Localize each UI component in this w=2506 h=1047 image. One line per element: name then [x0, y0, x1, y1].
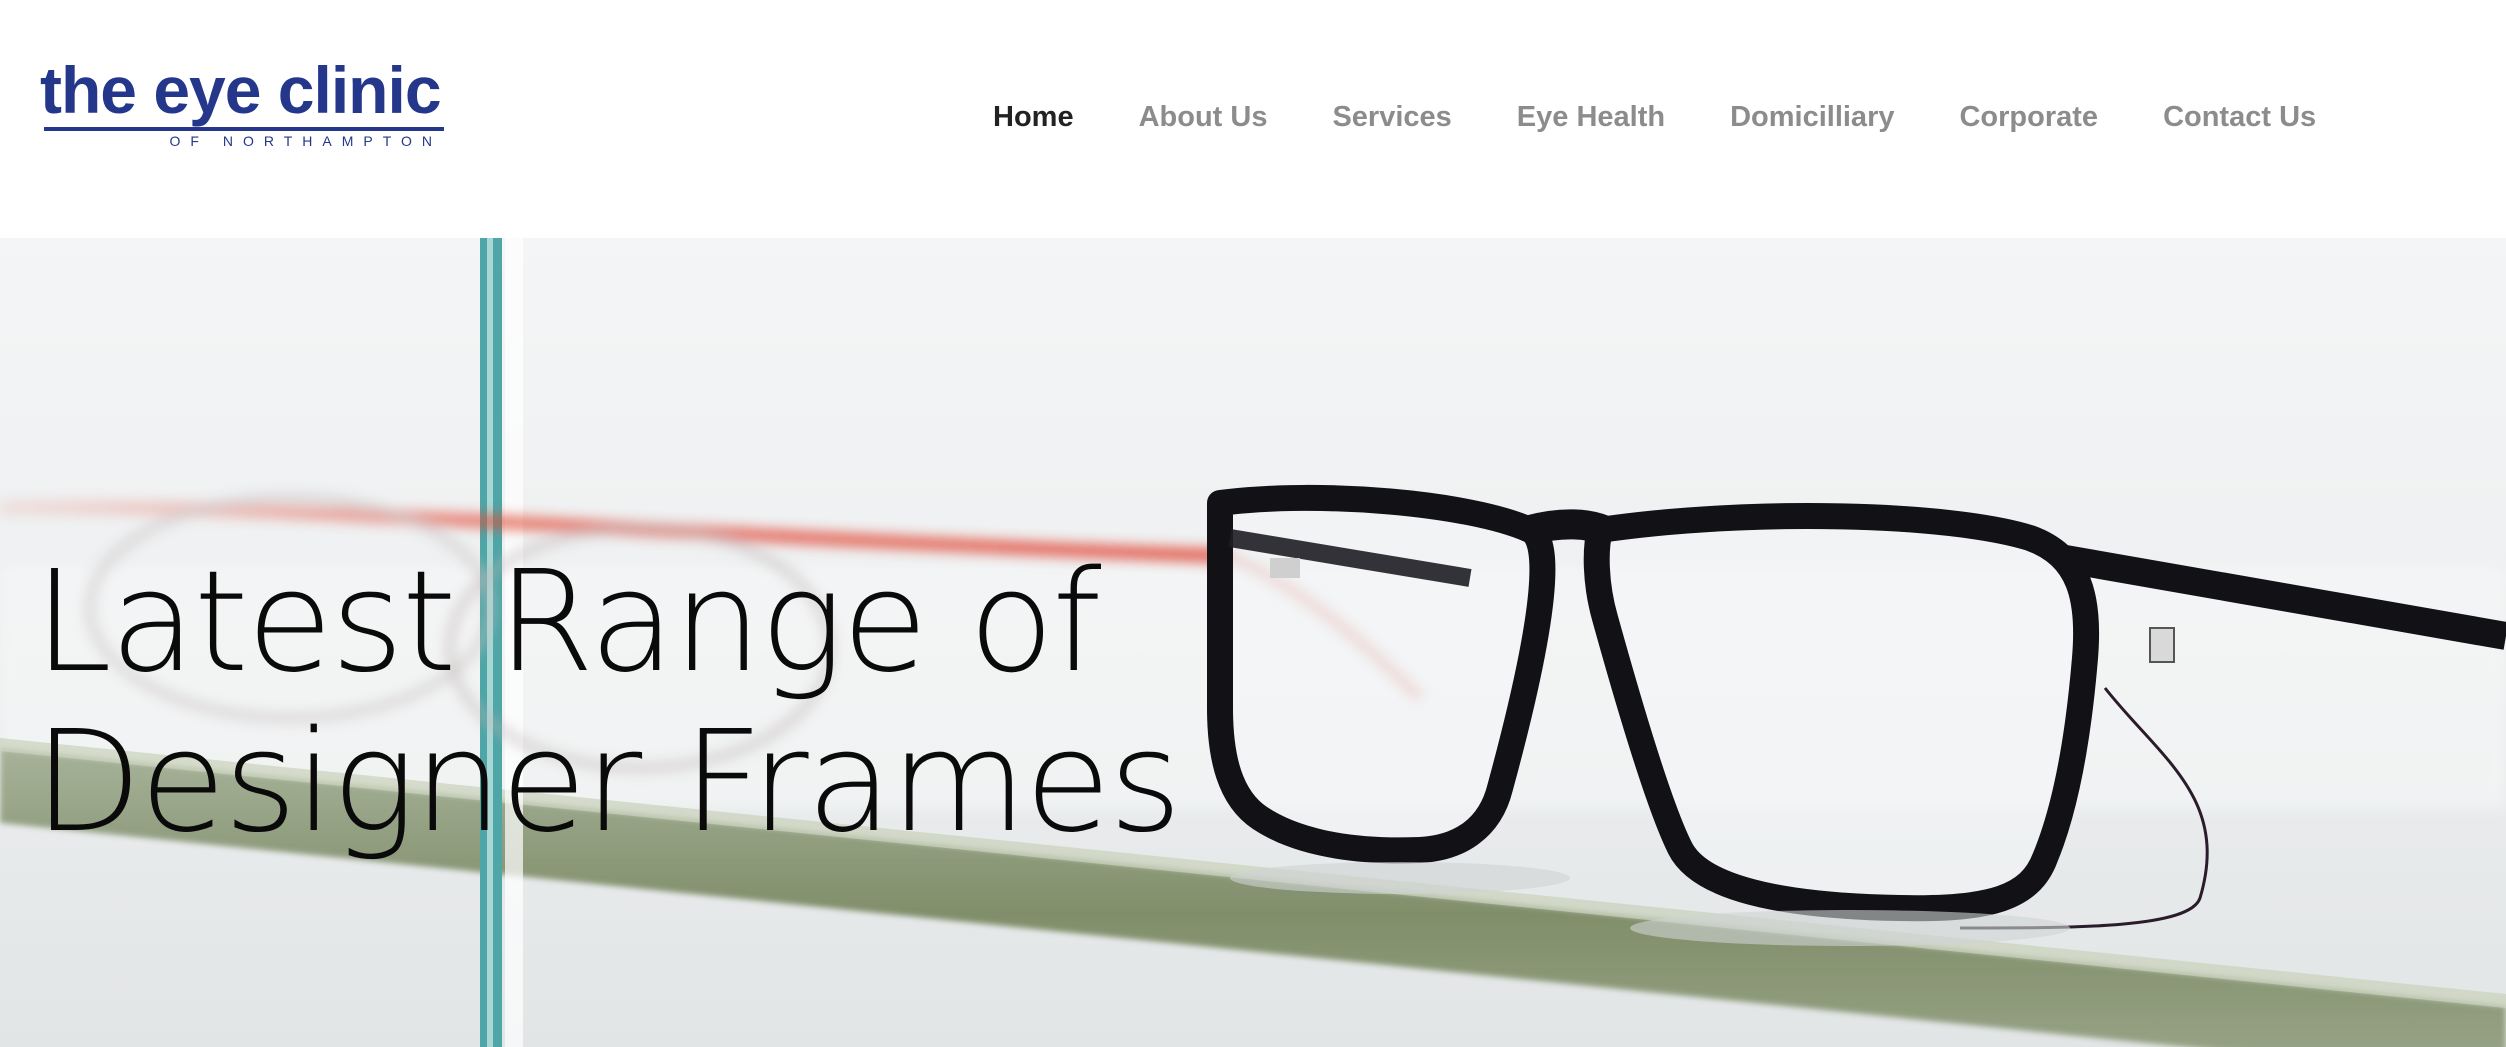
hero-title: Latest Range of Designer Frames [34, 541, 1182, 864]
nav-item-eye-health[interactable]: Eye Health [1517, 101, 1665, 134]
site-header: the eye clinic OF NORTHAMPTON Home About… [0, 0, 2506, 238]
logo-underline [44, 127, 444, 131]
nav-item-domicilliary[interactable]: Domicilliary [1730, 101, 1894, 134]
hero-banner: Latest Range of Designer Frames [0, 238, 2506, 1047]
site-logo[interactable]: the eye clinic OF NORTHAMPTON [40, 55, 450, 150]
logo-title: the eye clinic [40, 53, 442, 127]
nav-item-home[interactable]: Home [993, 101, 1074, 134]
nav-item-contact-us[interactable]: Contact Us [2163, 101, 2316, 134]
main-navigation: Home About Us Services Eye Health Domici… [993, 95, 2316, 140]
nav-item-services[interactable]: Services [1332, 101, 1451, 134]
nav-item-about-us[interactable]: About Us [1139, 101, 1268, 134]
logo-subtitle: OF NORTHAMPTON [169, 133, 442, 149]
nav-item-corporate[interactable]: Corporate [1959, 101, 2098, 134]
